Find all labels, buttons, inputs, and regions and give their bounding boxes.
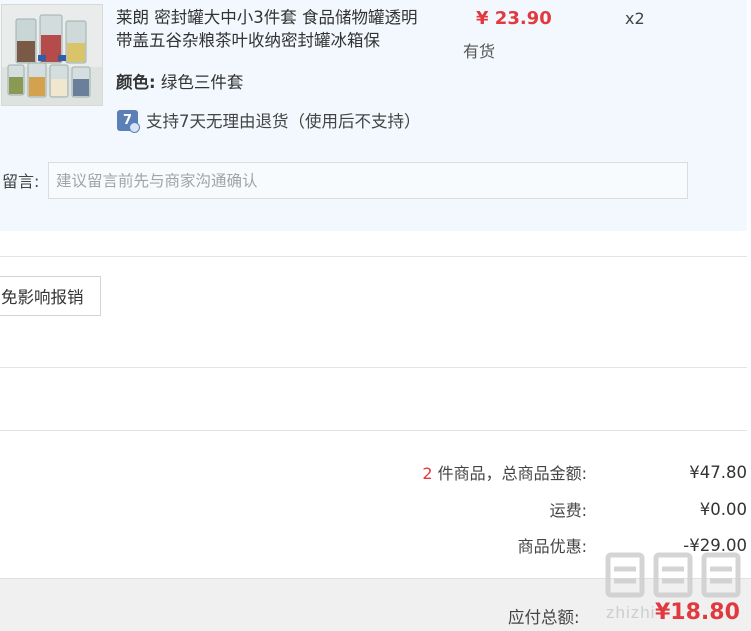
jar-set-image bbox=[2, 5, 102, 105]
attribute-value: 绿色三件套 bbox=[160, 73, 244, 92]
shipping-row: 运费: ¥0.00 bbox=[147, 497, 747, 521]
product-attribute: 颜色: 绿色三件套 bbox=[116, 69, 243, 93]
seven-day-return-icon: 7 bbox=[117, 109, 140, 133]
items-total-label: 2 件商品，总商品金额: bbox=[422, 460, 587, 484]
product-title[interactable]: 莱朗 密封罐大中小3件套 食品储物罐透明带盖五谷杂粮茶叶收纳密封罐冰箱保 bbox=[116, 6, 426, 52]
reimburse-button[interactable]: 免影响报销 bbox=[0, 276, 101, 316]
message-label: 留言: bbox=[2, 172, 40, 191]
return-policy-row: 7 支持7天无理由退货（使用后不支持） bbox=[117, 107, 421, 133]
product-quantity: x2 bbox=[625, 9, 645, 28]
divider bbox=[0, 367, 747, 368]
divider bbox=[0, 256, 747, 257]
items-label-text: 件商品，总商品金额: bbox=[437, 464, 587, 483]
product-price: ¥ 23.90 bbox=[476, 8, 552, 29]
items-total-value: ¥47.80 bbox=[689, 462, 747, 482]
item-count: 2 bbox=[422, 464, 433, 483]
discount-value: -¥29.00 bbox=[683, 535, 747, 555]
watermark-text: zhizhi bbox=[606, 603, 656, 622]
discount-label: 商品优惠: bbox=[517, 537, 587, 556]
product-thumbnail[interactable] bbox=[1, 4, 103, 106]
items-total-row: 2 件商品，总商品金额: ¥47.80 bbox=[147, 460, 747, 484]
return-policy-text: 支持7天无理由退货（使用后不支持） bbox=[146, 112, 421, 131]
message-input[interactable] bbox=[48, 162, 688, 199]
divider bbox=[0, 430, 747, 431]
attribute-label: 颜色: bbox=[116, 73, 156, 92]
product-panel: 莱朗 密封罐大中小3件套 食品储物罐透明带盖五谷杂粮茶叶收纳密封罐冰箱保 ¥ 2… bbox=[0, 0, 747, 231]
discount-row: 商品优惠: -¥29.00 bbox=[147, 533, 747, 557]
payable-total: ¥18.80 bbox=[655, 600, 740, 625]
stock-status: 有货 bbox=[463, 42, 496, 61]
shipping-value: ¥0.00 bbox=[699, 499, 747, 519]
shipping-label: 运费: bbox=[549, 501, 587, 520]
payable-label: 应付总额: bbox=[508, 608, 580, 627]
